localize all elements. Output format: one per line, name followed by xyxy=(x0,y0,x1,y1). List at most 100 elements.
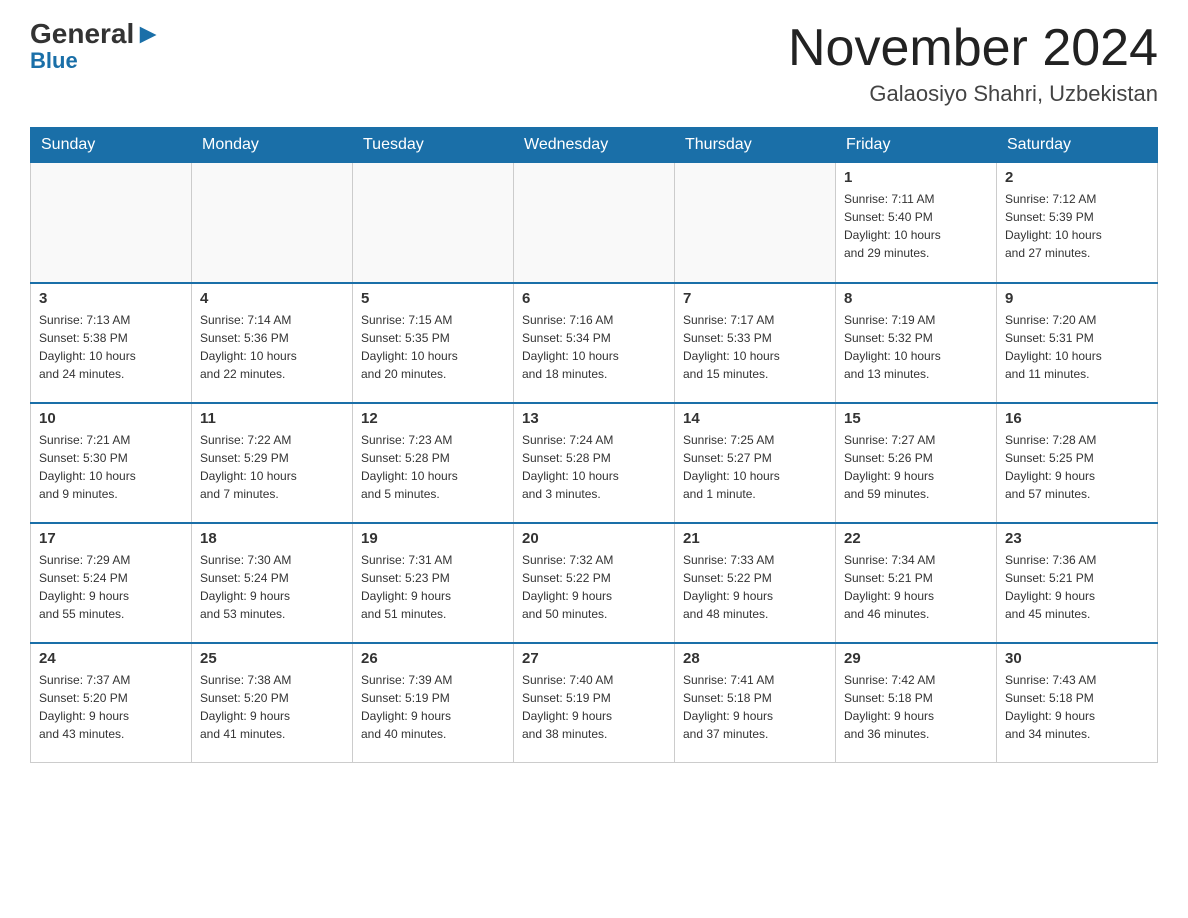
logo-general-text: General► xyxy=(30,20,162,48)
day-number: 15 xyxy=(844,410,988,427)
day-number: 4 xyxy=(200,290,344,307)
calendar-cell-w4-d2: 18Sunrise: 7:30 AM Sunset: 5:24 PM Dayli… xyxy=(192,523,353,643)
day-number: 5 xyxy=(361,290,505,307)
day-info: Sunrise: 7:28 AM Sunset: 5:25 PM Dayligh… xyxy=(1005,431,1149,503)
day-number: 12 xyxy=(361,410,505,427)
title-section: November 2024 Galaosiyo Shahri, Uzbekist… xyxy=(788,20,1158,107)
calendar-cell-w3-d6: 15 Sunrise: 7:27 AM Sunset: 5:26 PM Dayli… xyxy=(836,403,997,523)
day-number: 1 xyxy=(844,169,988,186)
calendar-cell-w2-d3: 5 Sunrise: 7:15 AM Sunset: 5:35 PM Daylig… xyxy=(353,283,514,403)
header-tuesday: Tuesday xyxy=(353,128,514,163)
day-info: Sunrise: 7:22 AM Sunset: 5:29 PM Dayligh… xyxy=(200,431,344,503)
calendar-cell-w4-d6: 22Sunrise: 7:34 AM Sunset: 5:21 PM Dayli… xyxy=(836,523,997,643)
month-title: November 2024 xyxy=(788,20,1158,77)
calendar-cell-w2-d2: 4 Sunrise: 7:14 AM Sunset: 5:36 PM Daylig… xyxy=(192,283,353,403)
logo-blue-text: Blue xyxy=(30,48,78,74)
day-number: 13 xyxy=(522,410,666,427)
day-info: Sunrise: 7:41 AM Sunset: 5:18 PM Dayligh… xyxy=(683,671,827,743)
day-info: Sunrise: 7:27 AM Sunset: 5:26 PM Dayligh… xyxy=(844,431,988,503)
calendar-table: Sunday Monday Tuesday Wednesday Thursday… xyxy=(30,127,1158,763)
day-number: 24 xyxy=(39,650,183,667)
day-number: 27 xyxy=(522,650,666,667)
logo-arrow: ► xyxy=(134,18,162,49)
calendar-cell-w4-d3: 19 Sunrise: 7:31 AM Sunset: 5:23 PM Dayli… xyxy=(353,523,514,643)
day-info: Sunrise: 7:11 AM Sunset: 5:40 PM Dayligh… xyxy=(844,190,988,262)
day-number: 17 xyxy=(39,530,183,547)
calendar-cell-w5-d2: 25 Sunrise: 7:38 AM Sunset: 5:20 PM Dayli… xyxy=(192,643,353,763)
calendar-cell-w1-d5 xyxy=(675,163,836,283)
location-title: Galaosiyo Shahri, Uzbekistan xyxy=(788,81,1158,107)
day-number: 28 xyxy=(683,650,827,667)
calendar-header-row: Sunday Monday Tuesday Wednesday Thursday… xyxy=(31,128,1158,163)
calendar-week-5: 24 Sunrise: 7:37 AM Sunset: 5:20 PM Dayli… xyxy=(31,643,1158,763)
day-info: Sunrise: 7:31 AM Sunset: 5:23 PM Dayligh… xyxy=(361,551,505,623)
day-info: Sunrise: 7:40 AM Sunset: 5:19 PM Dayligh… xyxy=(522,671,666,743)
day-info: Sunrise: 7:37 AM Sunset: 5:20 PM Dayligh… xyxy=(39,671,183,743)
calendar-cell-w2-d5: 7Sunrise: 7:17 AM Sunset: 5:33 PM Daylig… xyxy=(675,283,836,403)
day-info: Sunrise: 7:12 AM Sunset: 5:39 PM Dayligh… xyxy=(1005,190,1149,262)
header-monday: Monday xyxy=(192,128,353,163)
day-info: Sunrise: 7:21 AM Sunset: 5:30 PM Dayligh… xyxy=(39,431,183,503)
header-saturday: Saturday xyxy=(997,128,1158,163)
day-number: 23 xyxy=(1005,530,1149,547)
day-number: 11 xyxy=(200,410,344,427)
calendar-cell-w1-d1 xyxy=(31,163,192,283)
calendar-cell-w5-d1: 24 Sunrise: 7:37 AM Sunset: 5:20 PM Dayli… xyxy=(31,643,192,763)
calendar-week-3: 10 Sunrise: 7:21 AM Sunset: 5:30 PM Dayli… xyxy=(31,403,1158,523)
day-number: 20 xyxy=(522,530,666,547)
day-info: Sunrise: 7:14 AM Sunset: 5:36 PM Dayligh… xyxy=(200,311,344,383)
header-thursday: Thursday xyxy=(675,128,836,163)
calendar-cell-w1-d3 xyxy=(353,163,514,283)
day-number: 16 xyxy=(1005,410,1149,427)
day-number: 30 xyxy=(1005,650,1149,667)
calendar-cell-w1-d6: 1 Sunrise: 7:11 AM Sunset: 5:40 PM Daylig… xyxy=(836,163,997,283)
day-number: 2 xyxy=(1005,169,1149,186)
day-number: 25 xyxy=(200,650,344,667)
day-info: Sunrise: 7:34 AM Sunset: 5:21 PM Dayligh… xyxy=(844,551,988,623)
logo: General► Blue xyxy=(30,20,162,74)
calendar-cell-w4-d4: 20 Sunrise: 7:32 AM Sunset: 5:22 PM Dayli… xyxy=(514,523,675,643)
calendar-week-4: 17 Sunrise: 7:29 AM Sunset: 5:24 PM Dayli… xyxy=(31,523,1158,643)
day-number: 7 xyxy=(683,290,827,307)
calendar-cell-w2-d6: 8Sunrise: 7:19 AM Sunset: 5:32 PM Daylig… xyxy=(836,283,997,403)
day-info: Sunrise: 7:24 AM Sunset: 5:28 PM Dayligh… xyxy=(522,431,666,503)
day-number: 19 xyxy=(361,530,505,547)
header-friday: Friday xyxy=(836,128,997,163)
calendar-cell-w1-d2 xyxy=(192,163,353,283)
calendar-cell-w3-d5: 14Sunrise: 7:25 AM Sunset: 5:27 PM Dayli… xyxy=(675,403,836,523)
day-number: 3 xyxy=(39,290,183,307)
calendar-cell-w3-d2: 11 Sunrise: 7:22 AM Sunset: 5:29 PM Dayli… xyxy=(192,403,353,523)
day-number: 26 xyxy=(361,650,505,667)
calendar-cell-w5-d7: 30Sunrise: 7:43 AM Sunset: 5:18 PM Dayli… xyxy=(997,643,1158,763)
day-number: 9 xyxy=(1005,290,1149,307)
calendar-cell-w2-d4: 6Sunrise: 7:16 AM Sunset: 5:34 PM Daylig… xyxy=(514,283,675,403)
day-info: Sunrise: 7:38 AM Sunset: 5:20 PM Dayligh… xyxy=(200,671,344,743)
day-number: 10 xyxy=(39,410,183,427)
page-header: General► Blue November 2024 Galaosiyo Sh… xyxy=(30,20,1158,107)
day-info: Sunrise: 7:23 AM Sunset: 5:28 PM Dayligh… xyxy=(361,431,505,503)
day-info: Sunrise: 7:33 AM Sunset: 5:22 PM Dayligh… xyxy=(683,551,827,623)
calendar-week-1: 1 Sunrise: 7:11 AM Sunset: 5:40 PM Daylig… xyxy=(31,163,1158,283)
day-number: 18 xyxy=(200,530,344,547)
calendar-cell-w4-d1: 17 Sunrise: 7:29 AM Sunset: 5:24 PM Dayli… xyxy=(31,523,192,643)
day-number: 6 xyxy=(522,290,666,307)
day-number: 21 xyxy=(683,530,827,547)
day-info: Sunrise: 7:29 AM Sunset: 5:24 PM Dayligh… xyxy=(39,551,183,623)
calendar-cell-w3-d1: 10 Sunrise: 7:21 AM Sunset: 5:30 PM Dayli… xyxy=(31,403,192,523)
calendar-week-2: 3 Sunrise: 7:13 AM Sunset: 5:38 PM Daylig… xyxy=(31,283,1158,403)
calendar-cell-w2-d7: 9 Sunrise: 7:20 AM Sunset: 5:31 PM Daylig… xyxy=(997,283,1158,403)
calendar-cell-w4-d7: 23Sunrise: 7:36 AM Sunset: 5:21 PM Dayli… xyxy=(997,523,1158,643)
day-number: 29 xyxy=(844,650,988,667)
day-info: Sunrise: 7:13 AM Sunset: 5:38 PM Dayligh… xyxy=(39,311,183,383)
calendar-cell-w3-d4: 13 Sunrise: 7:24 AM Sunset: 5:28 PM Dayli… xyxy=(514,403,675,523)
day-info: Sunrise: 7:32 AM Sunset: 5:22 PM Dayligh… xyxy=(522,551,666,623)
calendar-cell-w4-d5: 21 Sunrise: 7:33 AM Sunset: 5:22 PM Dayli… xyxy=(675,523,836,643)
day-info: Sunrise: 7:15 AM Sunset: 5:35 PM Dayligh… xyxy=(361,311,505,383)
day-info: Sunrise: 7:20 AM Sunset: 5:31 PM Dayligh… xyxy=(1005,311,1149,383)
day-number: 8 xyxy=(844,290,988,307)
calendar-cell-w5-d6: 29Sunrise: 7:42 AM Sunset: 5:18 PM Dayli… xyxy=(836,643,997,763)
calendar-cell-w1-d4 xyxy=(514,163,675,283)
calendar-cell-w5-d3: 26Sunrise: 7:39 AM Sunset: 5:19 PM Dayli… xyxy=(353,643,514,763)
calendar-cell-w1-d7: 2 Sunrise: 7:12 AM Sunset: 5:39 PM Daylig… xyxy=(997,163,1158,283)
calendar-cell-w5-d4: 27 Sunrise: 7:40 AM Sunset: 5:19 PM Dayli… xyxy=(514,643,675,763)
